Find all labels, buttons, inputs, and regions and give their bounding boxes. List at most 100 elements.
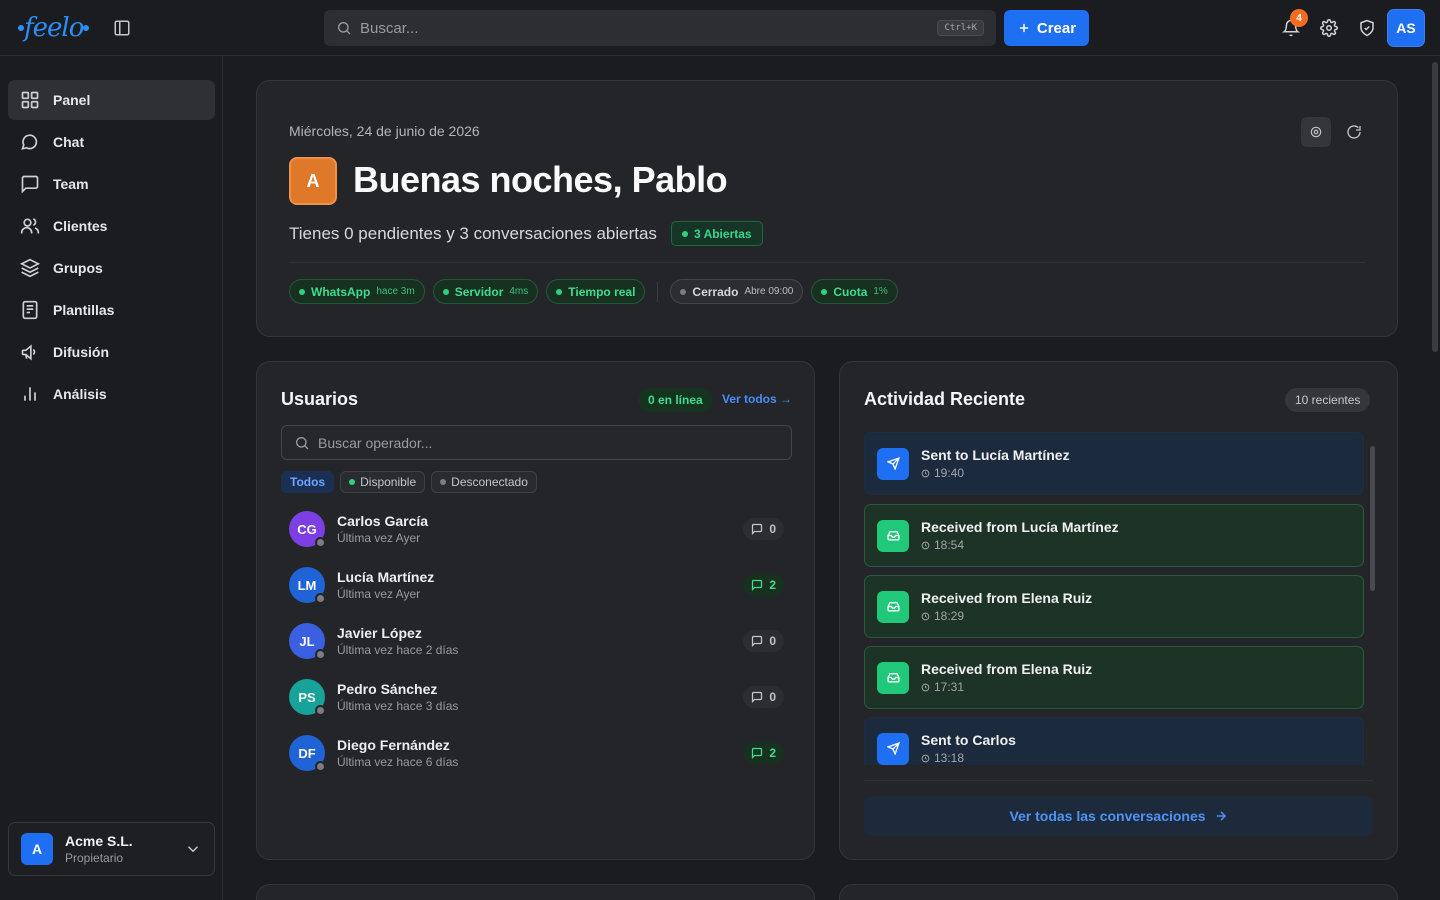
activity-time-value: 17:31 bbox=[934, 680, 965, 694]
recent-count-badge: 10 recientes bbox=[1285, 388, 1371, 412]
sidebar-item-panel[interactable]: Panel bbox=[8, 80, 215, 120]
user-row[interactable]: JL Javier López Última vez hace 2 días 0 bbox=[281, 615, 792, 667]
user-row[interactable]: PS Pedro Sánchez Última vez hace 3 días … bbox=[281, 671, 792, 723]
chip-detail: 1% bbox=[873, 286, 888, 297]
view-all-users-link[interactable]: Ver todos → bbox=[722, 392, 792, 406]
send-icon bbox=[877, 732, 909, 765]
activity-title: Sent to Lucía Martínez bbox=[921, 447, 1070, 463]
activity-time: 17:31 bbox=[921, 680, 1092, 694]
view-all-conversations-label: Ver todas las conversaciones bbox=[1009, 808, 1206, 824]
user-last-seen: Última vez hace 3 días bbox=[337, 699, 459, 713]
activity-title: Actividad Reciente bbox=[864, 389, 1026, 409]
sidebar-item-grupos[interactable]: Grupos bbox=[8, 248, 215, 288]
organization-switcher[interactable]: A Acme S.L. Propietario bbox=[8, 822, 215, 876]
refresh-icon[interactable] bbox=[1339, 117, 1369, 147]
org-avatar: A bbox=[21, 833, 53, 865]
search-placeholder: Buscar... bbox=[360, 19, 419, 37]
search-icon bbox=[338, 22, 351, 35]
sidebar-item-plantillas[interactable]: Plantillas bbox=[8, 290, 215, 330]
activity-item[interactable]: Sent to Carlos 13:18 bbox=[864, 717, 1364, 765]
sidebar-item-difusion[interactable]: Difusión bbox=[8, 332, 215, 372]
status-chip-cuota: Cuota 1% bbox=[811, 279, 898, 304]
bar-chart-icon bbox=[24, 387, 36, 401]
conversation-count-badge: 0 bbox=[743, 518, 784, 540]
user-name: Diego Fernández bbox=[337, 737, 450, 753]
divider bbox=[864, 780, 1373, 781]
lower-card-left bbox=[256, 884, 815, 900]
sidebar-toggle-icon[interactable] bbox=[110, 16, 134, 40]
activity-item[interactable]: Received from Lucía Martínez 18:54 bbox=[864, 504, 1364, 567]
pending-summary: Tienes 0 pendientes y 3 conversaciones a… bbox=[289, 224, 657, 243]
message-square-icon bbox=[752, 691, 763, 703]
logo-dot-right bbox=[83, 25, 90, 31]
send-icon bbox=[877, 447, 909, 480]
sidebar-item-label: Clientes bbox=[53, 218, 108, 234]
status-dot bbox=[315, 649, 326, 660]
sidebar-item-clientes[interactable]: Clientes bbox=[8, 206, 215, 246]
sidebar-item-label: Chat bbox=[53, 134, 85, 150]
shield-icon[interactable] bbox=[1355, 16, 1379, 40]
filter-todos[interactable]: Todos bbox=[281, 471, 335, 493]
operator-search-input[interactable]: Buscar operador... bbox=[281, 425, 792, 460]
message-square-icon bbox=[752, 635, 763, 647]
user-row[interactable]: DF Diego Fernández Última vez hace 6 día… bbox=[281, 727, 792, 779]
user-last-seen: Última vez hace 2 días bbox=[337, 643, 459, 657]
filter-disponible[interactable]: Disponible bbox=[340, 471, 426, 493]
activity-item[interactable]: Sent to Lucía Martínez 19:40 bbox=[864, 432, 1364, 495]
gear-icon[interactable] bbox=[1317, 16, 1341, 40]
chevron-down-icon bbox=[187, 846, 199, 853]
sidebar-item-analisis[interactable]: Análisis bbox=[8, 374, 215, 414]
status-dot bbox=[440, 479, 447, 485]
activity-time-value: 18:54 bbox=[934, 538, 965, 552]
status-dot bbox=[299, 288, 305, 295]
activity-item[interactable]: Received from Elena Ruiz 18:29 bbox=[864, 575, 1364, 638]
greeting-title: Buenas noches, Pablo bbox=[353, 159, 728, 200]
main-scrollbar[interactable] bbox=[1432, 62, 1438, 352]
sidebar-item-label: Análisis bbox=[53, 386, 107, 402]
settings-gear-icon[interactable] bbox=[1301, 117, 1331, 147]
logo-text: feelo bbox=[24, 13, 84, 43]
online-count-badge: 0 en línea bbox=[638, 388, 713, 412]
status-chip-whatsapp: WhatsApp hace 3m bbox=[289, 279, 425, 304]
create-button[interactable]: Crear bbox=[1004, 10, 1089, 46]
search-icon bbox=[296, 436, 309, 449]
activity-item[interactable]: Received from Elena Ruiz 17:31 bbox=[864, 646, 1364, 709]
user-row[interactable]: LM Lucía Martínez Última vez Ayer 2 bbox=[281, 559, 792, 611]
status-dot bbox=[315, 761, 326, 772]
user-last-seen: Última vez Ayer bbox=[337, 531, 421, 545]
feelo-logo[interactable]: feelo bbox=[18, 10, 90, 46]
activity-scrollbar[interactable] bbox=[1370, 446, 1375, 591]
activity-time-value: 18:29 bbox=[934, 609, 965, 623]
current-date: Miércoles, 24 de junio de 2026 bbox=[289, 123, 480, 139]
status-dot bbox=[680, 288, 687, 295]
user-name: Pedro Sánchez bbox=[337, 681, 438, 697]
sidebar-item-label: Grupos bbox=[53, 260, 103, 276]
view-all-conversations-button[interactable]: Ver todas las conversaciones bbox=[864, 796, 1373, 836]
user-avatar-button[interactable]: AS bbox=[1387, 9, 1425, 47]
user-row[interactable]: CG Carlos García Última vez Ayer 0 bbox=[281, 503, 792, 555]
filter-desconectado[interactable]: Desconectado bbox=[431, 471, 537, 493]
create-button-label: Crear bbox=[1036, 19, 1077, 37]
avatar-initials: DF bbox=[298, 745, 316, 761]
layers-icon bbox=[20, 258, 40, 278]
activity-time-value: 19:40 bbox=[934, 466, 965, 480]
message-square-icon bbox=[752, 579, 763, 591]
sidebar-item-label: Panel bbox=[53, 92, 91, 108]
message-square-icon bbox=[752, 747, 763, 759]
search-shortcut: Ctrl+K bbox=[937, 20, 984, 36]
sidebar-item-chat[interactable]: Chat bbox=[8, 122, 215, 162]
activity-list[interactable]: Sent to Lucía Martínez 19:40 Received fr… bbox=[864, 432, 1364, 765]
count-value: 0 bbox=[769, 690, 776, 704]
divider bbox=[289, 262, 1365, 263]
avatar-initials: JL bbox=[299, 633, 315, 649]
grid-icon bbox=[21, 91, 39, 109]
message-square-icon bbox=[752, 523, 763, 535]
org-name: Acme S.L. bbox=[65, 833, 133, 849]
open-conversations-badge[interactable]: 3 Abiertas bbox=[671, 221, 763, 246]
sidebar-item-team[interactable]: Team bbox=[8, 164, 215, 204]
avatar: CG bbox=[289, 511, 326, 548]
megaphone-icon bbox=[21, 344, 36, 361]
clock-icon bbox=[921, 683, 930, 691]
org-role: Propietario bbox=[65, 851, 124, 865]
global-search-input[interactable]: Buscar... Ctrl+K bbox=[324, 10, 996, 46]
